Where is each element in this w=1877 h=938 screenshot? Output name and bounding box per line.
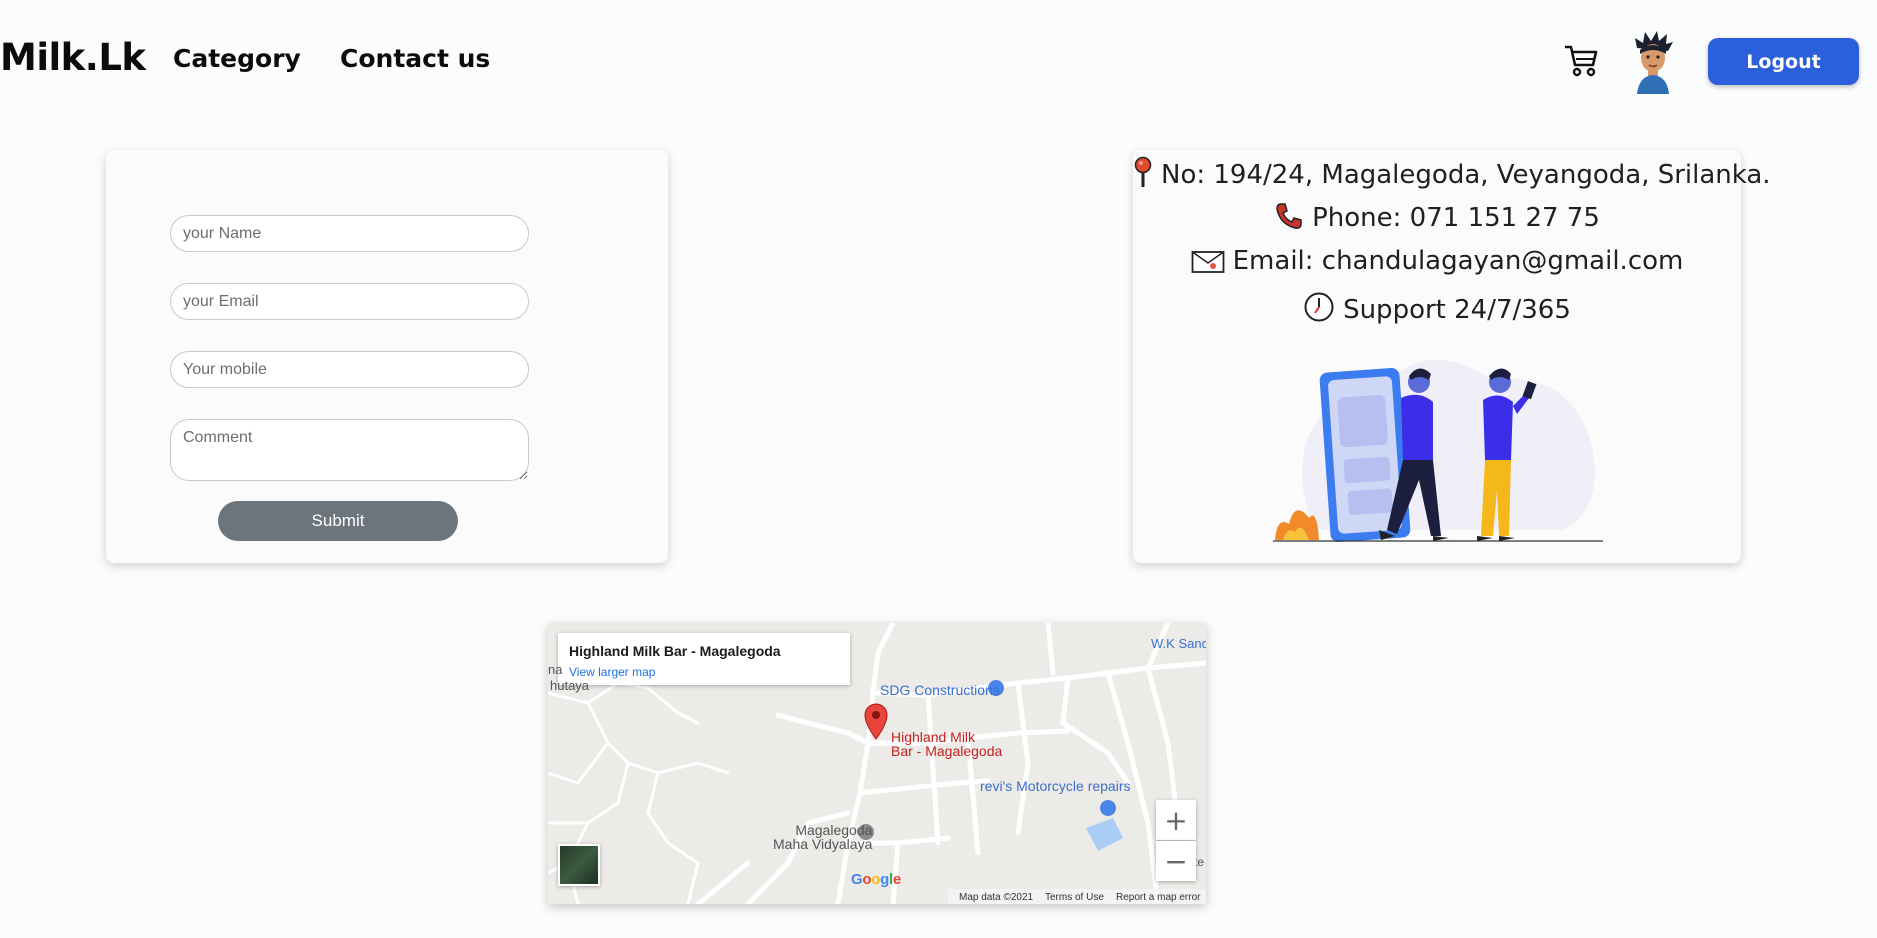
address-text: No: 194/24, Magalegoda, Veyangoda, Srila…: [1161, 160, 1771, 190]
zoom-out-button[interactable]: −: [1156, 841, 1196, 881]
mobile-field[interactable]: [170, 351, 529, 388]
marker-label-line2: Bar - Magalegoda: [891, 743, 1003, 759]
name-field[interactable]: [170, 215, 529, 252]
zoom-in-button[interactable]: +: [1156, 800, 1196, 840]
map-label-left-sub: hutaya: [550, 678, 590, 693]
map-label-left: na: [548, 662, 563, 677]
support-line: Support 24/7/365: [1133, 291, 1741, 325]
report-error-link[interactable]: Report a map error: [1116, 892, 1200, 903]
school-line1: Magalegoda: [795, 822, 873, 838]
contact-info-card: No: 194/24, Magalegoda, Veyangoda, Srila…: [1133, 150, 1771, 563]
cart-icon[interactable]: [1563, 42, 1599, 78]
submit-button[interactable]: Submit: [218, 501, 458, 541]
nav-contact-us[interactable]: Contact us: [340, 44, 490, 73]
email-line: Email: chandulagayan@gmail.com: [1133, 246, 1741, 276]
marker-label-line1: Highland Milk: [891, 729, 976, 745]
clock-icon: [1304, 292, 1334, 322]
map-place-title: Highland Milk Bar - Magalegoda: [569, 643, 781, 659]
brand-logo[interactable]: Milk.Lk: [0, 36, 146, 79]
terms-link[interactable]: Terms of Use: [1045, 892, 1104, 903]
email-text: Email: chandulagayan@gmail.com: [1232, 246, 1684, 276]
logout-button[interactable]: Logout: [1708, 38, 1859, 85]
map-label-school[interactable]: Magalegoda Maha Vidyalaya: [773, 823, 872, 851]
map-label-wk[interactable]: W.K Sand: [1151, 636, 1206, 651]
avatar[interactable]: [1631, 30, 1675, 94]
school-line2: Maha Vidyalaya: [773, 836, 873, 852]
support-text: Support 24/7/365: [1343, 295, 1571, 325]
address-line: No: 194/24, Magalegoda, Veyangoda, Srila…: [1133, 156, 1771, 190]
satellite-toggle[interactable]: [558, 844, 600, 886]
google-logo: Google: [851, 871, 901, 888]
support-illustration: [1273, 359, 1603, 543]
phone-icon: [1276, 203, 1302, 229]
map-marker-label[interactable]: Highland Milk Bar - Magalegoda: [891, 730, 1002, 758]
map-label-sdg[interactable]: SDG Constructions: [880, 682, 1000, 698]
phone-line: Phone: 071 151 27 75: [1133, 201, 1741, 233]
envelope-icon: [1191, 251, 1225, 273]
map-data-text: Map data ©2021: [959, 892, 1034, 903]
phone-text: Phone: 071 151 27 75: [1312, 203, 1600, 233]
contact-form-card: Submit: [106, 150, 668, 563]
nav-category[interactable]: Category: [173, 44, 301, 73]
view-larger-map-link[interactable]: View larger map: [569, 665, 655, 679]
email-field[interactable]: [170, 283, 529, 320]
location-map[interactable]: Highland Milk Bar - Magalegoda View larg…: [548, 623, 1206, 904]
pin-icon: [1134, 156, 1152, 187]
map-label-revi[interactable]: revi's Motorcycle repairs: [980, 778, 1131, 794]
comment-field[interactable]: [170, 419, 529, 481]
map-place-card: Highland Milk Bar - Magalegoda View larg…: [558, 633, 850, 685]
